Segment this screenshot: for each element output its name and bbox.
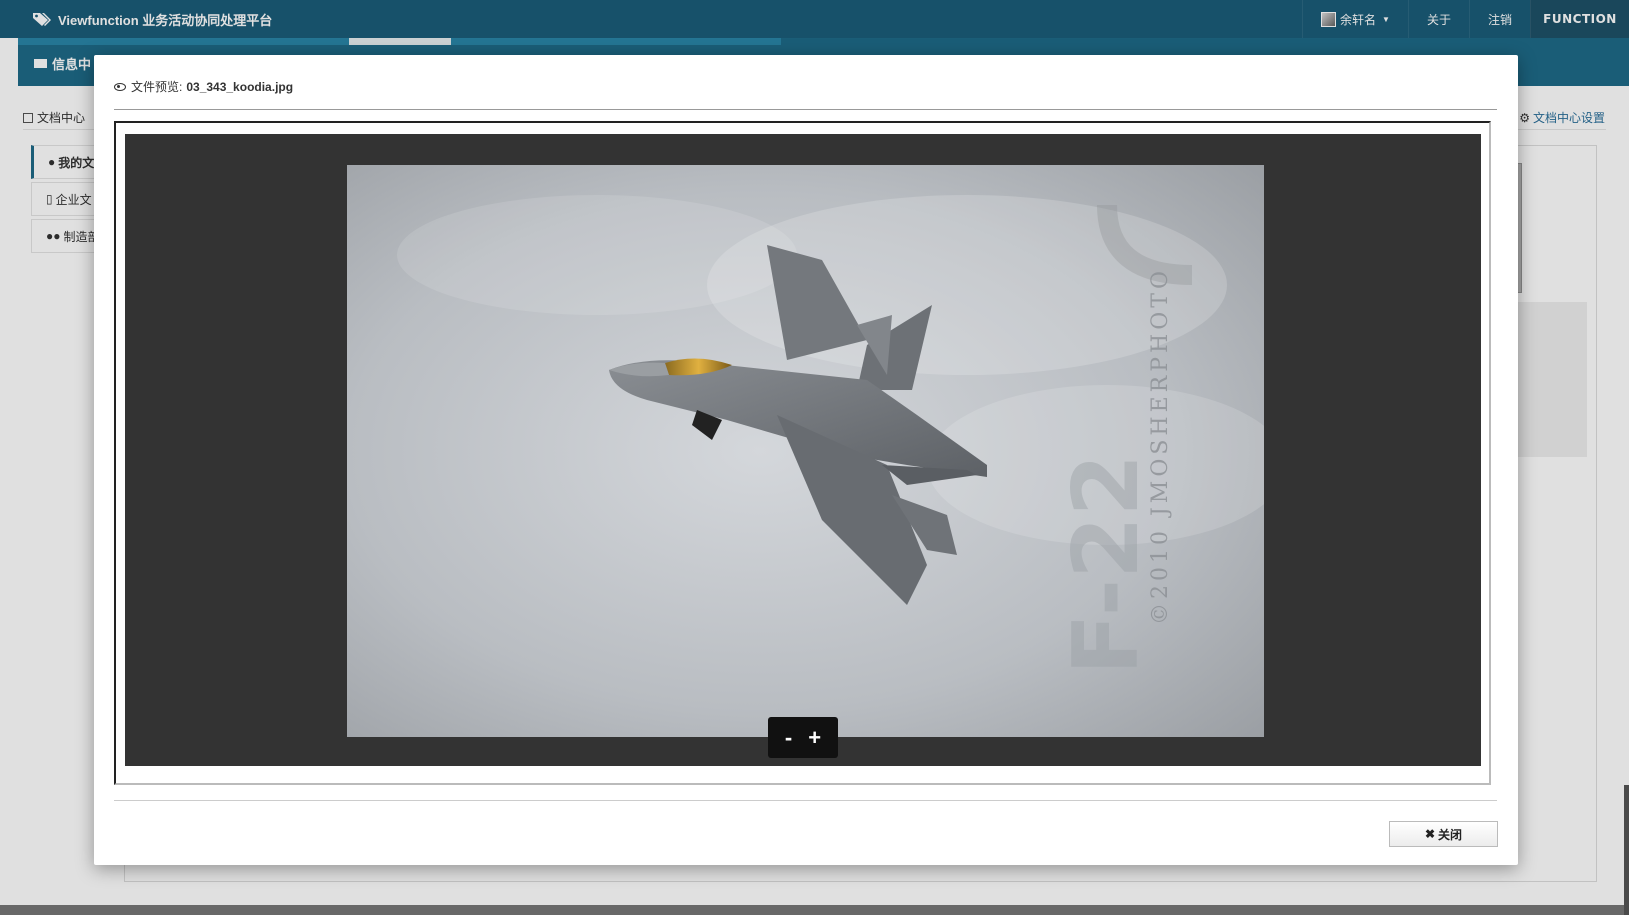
close-icon: ✖ bbox=[1424, 827, 1436, 841]
zoom-in-button[interactable]: + bbox=[800, 725, 829, 751]
image-viewer[interactable]: ©2010 JMOSHERPHOTO F-22 - + bbox=[125, 134, 1481, 766]
modal-header-prefix: 文件预览: bbox=[131, 80, 183, 94]
zoom-out-button[interactable]: - bbox=[777, 725, 800, 751]
modal-header: 文件预览: 03_343_koodia.jpg bbox=[114, 78, 293, 95]
file-preview-modal: 文件预览: 03_343_koodia.jpg ©2010 JMOSHERPHO… bbox=[94, 55, 1518, 865]
zoom-controls: - + bbox=[768, 717, 838, 758]
header-divider bbox=[114, 109, 1497, 110]
file-name: 03_343_koodia.jpg bbox=[186, 79, 294, 94]
preview-image: ©2010 JMOSHERPHOTO F-22 bbox=[347, 165, 1264, 737]
close-button-label: 关闭 bbox=[1438, 827, 1463, 842]
svg-text:F-22: F-22 bbox=[1054, 454, 1159, 675]
viewer-frame: ©2010 JMOSHERPHOTO F-22 - + bbox=[114, 121, 1491, 785]
footer-divider bbox=[114, 800, 1497, 801]
eye-icon bbox=[114, 82, 126, 91]
close-button[interactable]: ✖ 关闭 bbox=[1389, 821, 1498, 847]
